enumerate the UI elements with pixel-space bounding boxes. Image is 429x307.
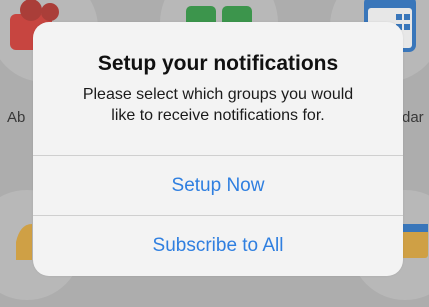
alert-message-line-1: Please select which groups you would <box>82 86 354 103</box>
alert-message-line-2: like to receive notifications for. <box>111 107 325 124</box>
alert-divider-middle <box>33 215 403 216</box>
notifications-alert: Setup your notifications Please select w… <box>33 22 403 276</box>
alert-message: Please select which groups you would lik… <box>48 84 388 126</box>
setup-now-button[interactable]: Setup Now <box>33 157 403 215</box>
app-screen: Ab dar Setup your notifications Please s… <box>0 0 429 307</box>
alert-divider-top <box>33 155 403 156</box>
alert-title: Setup your notifications <box>97 52 339 75</box>
subscribe-to-all-button[interactable]: Subscribe to All <box>33 217 403 275</box>
